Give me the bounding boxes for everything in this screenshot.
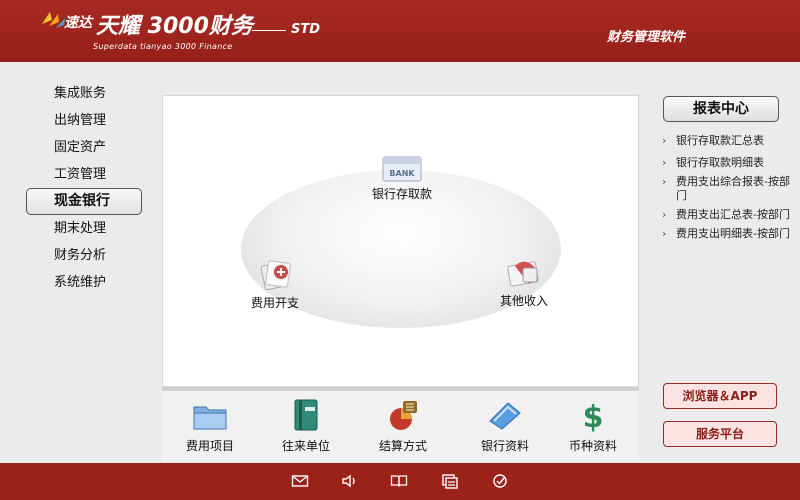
tool-partners[interactable]: 往来单位 <box>266 397 346 454</box>
nav-item-period-end[interactable]: 期末处理 <box>26 215 142 242</box>
chevron-right-icon: › <box>662 156 667 169</box>
edition-label: STD <box>291 22 321 37</box>
report-item-bank-summary[interactable]: › 银行存取款汇总表 <box>660 134 792 148</box>
book-icon <box>294 399 318 431</box>
report-item-label: 费用支出综合报表-按部门 <box>676 175 790 202</box>
chevron-right-icon: › <box>662 208 667 221</box>
tool-label: 费用项目 <box>185 439 234 453</box>
settlement-icon <box>390 401 417 430</box>
flow-node-bank-deposit[interactable]: BANK 银行存取款 <box>359 153 445 202</box>
tool-label: 结算方式 <box>378 439 427 453</box>
report-item-expense-comprehensive[interactable]: › 费用支出综合报表-按部门 <box>660 175 792 203</box>
left-nav: 集成账务 出纳管理 固定资产 工资管理 现金银行 期末处理 财务分析 系统维护 <box>26 80 142 296</box>
flow-node-label: 其他收入 <box>499 294 548 308</box>
nav-item-cash-bank[interactable]: 现金银行 <box>26 188 142 215</box>
tool-label: 银行资料 <box>480 439 529 453</box>
chevron-right-icon: › <box>662 134 667 147</box>
tool-settlement-methods[interactable]: 结算方式 <box>363 397 443 454</box>
report-item-expense-summary[interactable]: › 费用支出汇总表-按部门 <box>660 208 792 222</box>
service-platform-button[interactable]: 服务平台 <box>663 421 777 447</box>
logo-icon <box>42 12 65 28</box>
flow-node-expense[interactable]: 费用开支 <box>241 258 309 311</box>
report-item-label: 费用支出汇总表-按部门 <box>676 208 790 221</box>
report-item-label: 费用支出明细表-按部门 <box>676 227 790 240</box>
svg-text:$: $ <box>583 400 604 433</box>
product-title: 天耀 3000财务 <box>96 14 253 39</box>
chevron-right-icon: › <box>662 227 667 240</box>
flow-node-other-income[interactable]: 其他收入 <box>489 256 559 309</box>
report-item-bank-detail[interactable]: › 银行存取款明细表 <box>660 156 792 170</box>
expense-icon <box>260 260 291 291</box>
report-item-label: 银行存取款汇总表 <box>676 134 764 147</box>
bank-icon-text: BANK <box>389 169 415 178</box>
bank-data-icon <box>489 402 521 430</box>
report-center-button[interactable]: 报表中心 <box>663 96 779 122</box>
nav-item-cashier[interactable]: 出纳管理 <box>26 107 142 134</box>
product-subtitle: Superdata tianyao 3000 Finance <box>93 42 233 51</box>
nav-item-system-maintenance[interactable]: 系统维护 <box>26 269 142 296</box>
flow-node-label: 银行存取款 <box>371 187 432 201</box>
bank-icon: BANK <box>382 156 422 182</box>
app-header: 速达 天耀 3000财务 Superdata tianyao 3000 Fina… <box>0 0 800 62</box>
header-right-title: 财务管理软件 <box>607 30 686 45</box>
nav-item-payroll[interactable]: 工资管理 <box>26 161 142 188</box>
income-icon <box>507 261 539 287</box>
folder-icon <box>193 406 227 430</box>
nav-item-financial-analysis[interactable]: 财务分析 <box>26 242 142 269</box>
report-item-label: 银行存取款明细表 <box>676 156 764 169</box>
report-list: › 银行存取款汇总表 › 银行存取款明细表 › 费用支出综合报表-按部门 › 费… <box>660 134 792 246</box>
footer-bar <box>0 463 800 500</box>
basic-data-toolbar: 费用项目 往来单位 结算方式 银行资料 $ 币种资料 <box>162 391 639 461</box>
help-book-icon[interactable] <box>390 473 408 489</box>
tool-expense-items[interactable]: 费用项目 <box>170 397 250 454</box>
tool-bank-data[interactable]: 银行资料 <box>465 397 545 454</box>
currency-icon: $ <box>583 400 604 433</box>
tool-currency-data[interactable]: $ 币种资料 <box>553 397 633 454</box>
report-item-expense-detail[interactable]: › 费用支出明细表-按部门 <box>660 227 792 241</box>
nav-item-fixed-assets[interactable]: 固定资产 <box>26 134 142 161</box>
brand-name: 速达 <box>64 15 92 31</box>
speaker-icon[interactable] <box>341 473 359 489</box>
chevron-right-icon: › <box>662 175 667 188</box>
window-icon[interactable] <box>441 473 459 489</box>
check-icon[interactable] <box>491 473 509 489</box>
browser-app-button[interactable]: 浏览器＆APP <box>663 383 777 409</box>
tool-label: 往来单位 <box>281 439 330 453</box>
flow-node-label: 费用开支 <box>250 296 299 310</box>
tool-label: 币种资料 <box>568 439 617 453</box>
nav-item-integrated-accounting[interactable]: 集成账务 <box>26 80 142 107</box>
mail-icon[interactable] <box>291 473 309 489</box>
header-divider <box>252 30 286 31</box>
flow-panel: BANK 银行存取款 费用开支 其他收入 <box>162 95 639 387</box>
